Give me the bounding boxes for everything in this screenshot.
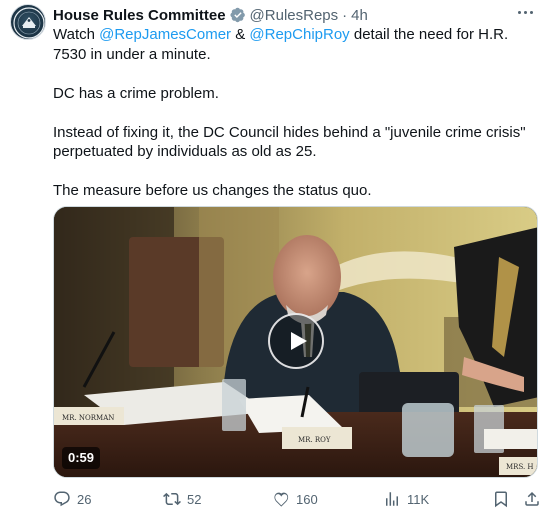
- timestamp[interactable]: 4h: [351, 7, 368, 24]
- tweet-paragraph-2: DC has a crime problem.: [53, 84, 219, 102]
- tweet-text: Watch @RepJamesComer & @RepChipRoy detai…: [53, 25, 533, 220]
- committee-seal-icon: [13, 7, 45, 39]
- text-ampersand: &: [231, 26, 250, 43]
- video-duration: 0:59: [62, 447, 101, 469]
- bookmark-button[interactable]: [492, 490, 510, 508]
- verified-badge-icon: [229, 7, 245, 23]
- account-name[interactable]: House Rules Committee: [53, 7, 226, 24]
- like-button[interactable]: 160: [272, 490, 318, 508]
- views-icon: [386, 492, 398, 506]
- tweet-paragraph-1: Watch @RepJamesComer & @RepChipRoy detai…: [53, 25, 533, 64]
- play-icon: [290, 332, 307, 350]
- mention-roy-link[interactable]: @RepChipRoy: [249, 26, 349, 43]
- action-bar: 26 52 160 11K: [53, 489, 541, 509]
- text-watch: Watch: [53, 26, 100, 43]
- tweet[interactable]: House Rules Committee @RulesReps · 4h Wa…: [0, 0, 545, 514]
- more-icon[interactable]: [515, 4, 535, 20]
- placard-h: MRS. H: [506, 463, 534, 471]
- repost-button[interactable]: 52: [163, 490, 201, 508]
- mention-comer-link[interactable]: @RepJamesComer: [99, 26, 231, 43]
- views-count: 11K: [407, 491, 430, 507]
- placard-roy: MR. ROY: [298, 436, 331, 444]
- bookmark-icon: [495, 491, 507, 508]
- account-handle[interactable]: @RulesReps: [250, 7, 339, 24]
- repost-count: 52: [187, 491, 202, 507]
- like-icon: [274, 492, 289, 507]
- reply-count: 26: [77, 491, 92, 507]
- play-button[interactable]: [268, 313, 324, 369]
- placard-norman: MR. NORMAN: [62, 414, 114, 422]
- repost-icon: [163, 492, 181, 506]
- reply-icon: [54, 491, 70, 507]
- tweet-paragraph-4: The measure before us changes the status…: [53, 182, 372, 199]
- separator-dot: ·: [342, 6, 348, 24]
- video-player[interactable]: MR. NORMAN MR. ROY MRS. H 0:59: [53, 206, 538, 478]
- like-count: 160: [296, 491, 318, 507]
- avatar[interactable]: [10, 4, 46, 40]
- tweet-paragraph-3: Instead of fixing it, the DC Council hid…: [53, 123, 526, 161]
- views-button[interactable]: 11K: [383, 490, 429, 508]
- tweet-header: House Rules Committee @RulesReps · 4h: [53, 5, 535, 25]
- share-button[interactable]: [523, 490, 541, 508]
- share-icon: [525, 491, 539, 506]
- reply-button[interactable]: 26: [53, 490, 91, 508]
